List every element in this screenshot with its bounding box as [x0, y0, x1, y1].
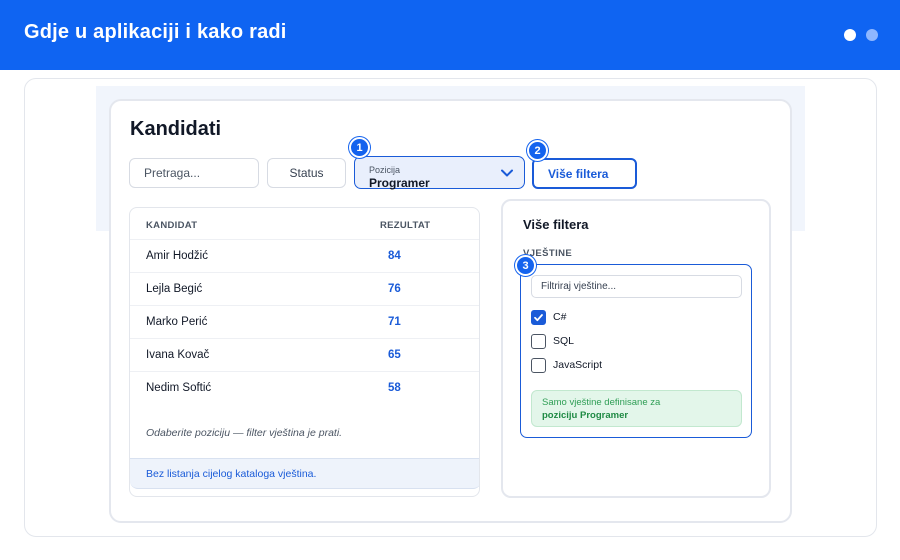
table-row[interactable]: Amir Hodžić 84	[130, 239, 479, 272]
column-header-score[interactable]: REZULTAT	[380, 220, 430, 231]
candidate-score: 65	[388, 349, 401, 361]
candidate-name: Lejla Begić	[146, 283, 203, 295]
more-filters-button[interactable]: Više filtera	[532, 158, 637, 189]
status-dropdown[interactable]: Status	[267, 158, 346, 188]
skill-option-javascript[interactable]: JavaScript	[531, 357, 602, 373]
info-banner: Bez listanja cijelog kataloga vještina.	[130, 458, 479, 489]
candidate-score: 84	[388, 250, 401, 262]
candidate-name: Amir Hodžić	[146, 250, 208, 262]
position-label: Pozicija	[369, 165, 401, 175]
check-icon	[534, 313, 543, 321]
pager-dot-inactive[interactable]	[866, 29, 878, 41]
header-bar: Gdje u aplikaciji i kako radi	[0, 0, 900, 70]
skill-option-sql[interactable]: SQL	[531, 333, 574, 349]
skill-filter-input[interactable]: Filtriraj vještine...	[531, 275, 742, 298]
skills-note: Samo vještine definisane za poziciju Pro…	[531, 390, 742, 427]
candidate-score: 58	[388, 382, 401, 394]
skill-label: JavaScript	[553, 359, 603, 371]
candidate-name: Nedim Softić	[146, 382, 212, 394]
candidate-name: Ivana Kovač	[146, 349, 210, 361]
candidates-table: KANDIDAT REZULTAT Amir Hodžić 84 Lejla B…	[129, 207, 480, 497]
skill-option-csharp[interactable]: C#	[531, 309, 566, 325]
info-banner-text: Bez listanja cijelog kataloga vještina.	[146, 468, 317, 480]
chevron-down-icon	[501, 169, 513, 177]
note-emphasis: poziciju Programer	[542, 410, 629, 421]
note-text: Samo vještine definisane za	[542, 397, 661, 408]
candidate-name: Marko Perić	[146, 316, 208, 328]
header-title: Gdje u aplikaciji i kako radi	[24, 21, 287, 43]
table-row[interactable]: Nedim Softić 58	[130, 371, 479, 404]
candidate-score: 76	[388, 283, 401, 295]
checkbox[interactable]	[531, 357, 546, 373]
step-badge-1: 1	[349, 137, 370, 158]
search-input[interactable]: Pretraga...	[129, 158, 259, 188]
pager-dot-active[interactable]	[844, 29, 856, 41]
step-badge-2: 2	[527, 140, 548, 161]
column-header-candidate[interactable]: KANDIDAT	[146, 220, 197, 231]
panel-title: Više filtera	[523, 217, 589, 232]
page-title: Kandidati	[130, 118, 222, 140]
table-row[interactable]: Lejla Begić 76	[130, 272, 479, 305]
skill-label: C#	[553, 311, 567, 323]
table-hint: Odaberite poziciju — filter vještina je …	[146, 427, 343, 439]
skills-filter-box: Filtriraj vještine... C# SQL JavaScript …	[520, 264, 752, 438]
table-row[interactable]: Ivana Kovač 65	[130, 338, 479, 371]
checkbox-checked[interactable]	[531, 309, 546, 325]
step-badge-3: 3	[515, 255, 536, 276]
position-dropdown[interactable]: Pozicija Programer	[354, 156, 525, 190]
checkbox[interactable]	[531, 333, 546, 349]
candidate-score: 71	[388, 316, 401, 328]
table-row[interactable]: Marko Perić 71	[130, 305, 479, 338]
position-value: Programer	[369, 176, 430, 190]
skill-label: SQL	[553, 335, 575, 347]
